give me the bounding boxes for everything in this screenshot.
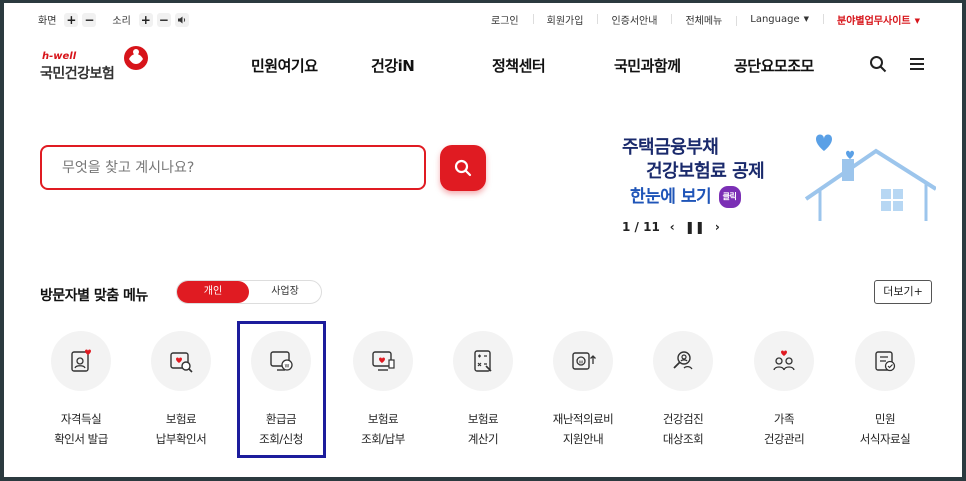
promo-banner[interactable]: 주택금융부채 건강보험료 공제 한눈에 보기 클릭 1 / 11 ‹ ❚❚ › [616,127,936,239]
tab-business[interactable]: 사업장 [249,281,321,303]
visitor-type-toggle: 개인 사업장 [176,280,322,304]
click-badge: 클릭 [718,186,741,208]
menu-icon-circle [151,331,211,391]
menu-item-health-checkup[interactable]: 건강검진 대상조회 [638,331,728,449]
nav-item-about[interactable]: 공단요모조모 [734,55,814,76]
nav-item-civil-service[interactable]: 민원여기요 [251,55,318,76]
menu-label: 가족 건강관리 [763,412,805,446]
menu-item-eligibility-certificate[interactable]: 자격득실 확인서 발급 [36,331,126,449]
nav-item-with-citizens[interactable]: 국민과함께 [614,55,681,76]
search-icon[interactable] [869,55,887,73]
banner-line-3: 한눈에 보기 클릭 [630,182,741,208]
menu-label: 건강검진 대상조회 [662,412,704,446]
menu-item-catastrophic-medical[interactable]: w 재난적의료비 지원안내 [538,331,628,449]
nav-item-health-in[interactable]: 건강iN [371,55,415,76]
nav-item-policy-center[interactable]: 정책센터 [492,55,546,76]
menu-icon-circle [754,331,814,391]
menu-icon-circle [353,331,413,391]
form-document-icon [875,351,896,372]
menu-label: 보험료 조회/납부 [361,412,405,446]
search-button[interactable] [440,145,486,191]
menu-label: 자격득실 확인서 발급 [54,412,108,446]
calculator-icon [474,350,492,372]
menu-item-family-health[interactable]: 가족 건강관리 [739,331,829,449]
search-box [40,145,426,190]
menu-icon-circle [51,331,111,391]
menu-item-payment-confirmation[interactable]: 보험료 납부확인서 [136,331,226,449]
menu-icon-circle [855,331,915,391]
menu-label: 보험료 계산기 [467,412,499,446]
menu-item-premium-calculator[interactable]: 보험료 계산기 [438,331,528,449]
payment-search-icon [170,352,193,373]
banner-page-count: 1 / 11 [622,220,660,234]
house-illustration-icon [804,134,936,221]
premium-screen-icon [372,351,395,371]
certificate-guide-link[interactable]: 인증서안내 [597,12,671,27]
next-arrow-icon[interactable]: › [715,220,720,234]
signup-link[interactable]: 회원가입 [532,12,598,27]
svg-text:w: w [579,360,584,366]
field-sites-label: 분야별업무사이트 [837,16,911,27]
checkup-search-icon [673,351,693,370]
main-navigation: 민원여기요 건강iN 정책센터 국민과함께 공단요모조모 [4,55,962,77]
screen-size-label: 화면 [38,16,57,27]
more-button[interactable]: 더보기+ [874,280,932,304]
menu-item-premium-payment[interactable]: 보험료 조회/납부 [338,331,428,449]
menu-icon-circle [653,331,713,391]
login-link[interactable]: 로그인 [477,12,533,27]
menu-label: 보험료 납부확인서 [155,412,207,446]
zoom-out-button[interactable]: − [82,12,97,27]
caret-down-icon: ▼ [914,17,920,25]
banner-line-1: 주택금융부채 [622,137,719,158]
prev-arrow-icon[interactable]: ‹ [670,220,675,234]
field-sites-dropdown[interactable]: 분야별업무사이트 ▼ [823,12,934,27]
sound-label: 소리 [112,16,131,27]
menu-item-civil-forms[interactable]: 민원 서식자료실 [840,331,930,449]
volume-up-button[interactable]: + [138,12,153,27]
pause-icon[interactable]: ❚❚ [685,220,705,234]
utility-bar: 화면 + − 소리 + − 로그인 회원가입 인증서안내 전체메뉴 Langua… [4,12,962,30]
speaker-icon[interactable] [174,12,189,27]
menu-icon-circle: w [553,331,613,391]
search-icon [454,159,472,177]
hamburger-menu-icon[interactable] [908,55,926,73]
selection-highlight-box [237,321,326,458]
banner-line-3-text: 한눈에 보기 [630,187,712,207]
certificate-heart-icon [71,349,91,372]
banner-line-2: 건강보험료 공제 [646,161,765,182]
menu-icon-circle [453,331,513,391]
banner-pager: 1 / 11 ‹ ❚❚ › [622,220,720,234]
section-title: 방문자별 맞춤 메뉴 [40,288,148,304]
medical-support-icon: w [572,352,596,370]
caret-down-icon: ▼ [803,15,809,23]
language-label: Language [750,14,800,25]
page-frame: 화면 + − 소리 + − 로그인 회원가입 인증서안내 전체메뉴 Langua… [4,3,962,477]
menu-label: 재난적의료비 지원안내 [552,412,614,446]
volume-down-button[interactable]: − [156,12,171,27]
tab-individual[interactable]: 개인 [177,281,249,303]
zoom-in-button[interactable]: + [64,12,79,27]
search-input[interactable] [42,147,424,188]
family-heart-icon [773,350,795,371]
all-menu-link[interactable]: 전체메뉴 [671,12,736,27]
language-dropdown[interactable]: Language ▼ [736,14,823,26]
menu-label: 민원 서식자료실 [859,412,911,446]
